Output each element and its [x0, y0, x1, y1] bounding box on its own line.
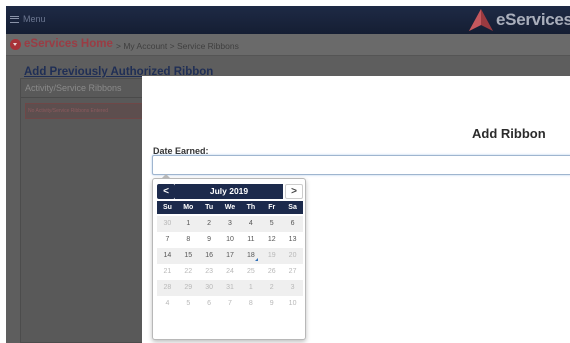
eservices-logo-icon	[469, 9, 493, 31]
calendar-day[interactable]: 29	[177, 280, 199, 296]
calendar-day[interactable]: 3	[219, 216, 241, 232]
datepicker-header: < July 2019 >	[157, 184, 303, 199]
next-month-button[interactable]: >	[285, 184, 303, 199]
calendar-day[interactable]: 3	[282, 280, 303, 296]
weekday-fr: Fr	[268, 204, 276, 211]
date-earned-input[interactable]	[152, 155, 570, 175]
home-icon[interactable]	[10, 39, 21, 50]
calendar-day[interactable]: 28	[157, 280, 178, 296]
calendar-day[interactable]: 12	[261, 232, 282, 248]
calendar-day[interactable]: 31	[219, 280, 241, 296]
calendar-day[interactable]: 17	[219, 248, 241, 264]
calendar-day[interactable]: 7	[220, 296, 241, 312]
calendar-day[interactable]: 5	[178, 296, 199, 312]
calendar-day[interactable]: 20	[282, 248, 303, 264]
ribbons-panel: Activity/Service Ribbons No Activity/Ser…	[20, 78, 148, 343]
menu-label: Menu	[23, 14, 46, 24]
weekday-th: Th	[246, 204, 256, 211]
empty-ribbons-message: No Activity/Service Ribbons Entered	[25, 103, 143, 119]
panel-divider	[21, 97, 147, 98]
menu-button[interactable]: Menu	[10, 14, 46, 24]
calendar-day[interactable]: 2	[198, 216, 220, 232]
weekday-we: We	[224, 204, 236, 211]
calendar-day[interactable]: 24	[220, 264, 241, 280]
calendar-day[interactable]: 8	[178, 232, 199, 248]
calendar-day[interactable]: 9	[199, 232, 220, 248]
breadcrumb-home-link[interactable]: eServices Home	[24, 38, 113, 50]
calendar-day[interactable]: 13	[282, 232, 303, 248]
modal-title: Add Ribbon	[472, 126, 546, 141]
calendar-day[interactable]: 7	[157, 232, 178, 248]
calendar-day[interactable]: 23	[199, 264, 220, 280]
breadcrumb-path: > My Account > Service Ribbons	[116, 41, 239, 51]
calendar-day[interactable]: 8	[240, 296, 261, 312]
calendar-day[interactable]: 25	[240, 264, 261, 280]
calendar-day[interactable]: 16	[198, 248, 220, 264]
calendar-day[interactable]: 27	[282, 264, 303, 280]
calendar-day-today[interactable]: 18	[240, 248, 262, 264]
top-navbar: Menu eServices	[6, 6, 570, 34]
calendar-day[interactable]: 19	[261, 248, 283, 264]
ribbons-panel-title: Activity/Service Ribbons	[25, 83, 122, 93]
calendar-day[interactable]: 5	[261, 216, 283, 232]
breadcrumb: eServices Home > My Account > Service Ri…	[6, 34, 570, 56]
calendar-day[interactable]: 26	[261, 264, 282, 280]
app-frame: Menu eServices eServices Home > My Accou…	[6, 6, 570, 343]
month-label[interactable]: July 2019	[175, 184, 283, 199]
calendar-day[interactable]: 10	[282, 296, 303, 312]
calendar-day[interactable]: 10	[220, 232, 241, 248]
calendar-grid: 30 1 2 3 4 5 6 7 8 9 10 11 12 13 14 15 16 17 18 19 20 21 22 23 2…	[157, 216, 303, 312]
weekday-sa: Sa	[288, 204, 297, 211]
calendar-day[interactable]: 1	[177, 216, 199, 232]
weekday-header: Su Mo Tu We Th Fr Sa	[157, 201, 303, 214]
weekday-tu: Tu	[205, 204, 214, 211]
prev-month-button[interactable]: <	[157, 184, 175, 199]
brand-name: eServices	[496, 10, 570, 29]
calendar-day[interactable]: 21	[157, 264, 178, 280]
calendar-day[interactable]: 15	[177, 248, 199, 264]
calendar-day[interactable]: 11	[240, 232, 261, 248]
calendar-day[interactable]: 30	[198, 280, 220, 296]
calendar-day[interactable]: 6	[199, 296, 220, 312]
calendar-day[interactable]: 9	[261, 296, 282, 312]
calendar-day[interactable]: 4	[157, 296, 178, 312]
calendar-day[interactable]: 4	[240, 216, 262, 232]
hamburger-icon	[10, 15, 19, 23]
calendar-day[interactable]: 1	[240, 280, 262, 296]
calendar-day[interactable]: 22	[178, 264, 199, 280]
calendar-day[interactable]: 14	[157, 248, 178, 264]
calendar-day[interactable]: 30	[157, 216, 178, 232]
weekday-mo: Mo	[183, 204, 194, 211]
datepicker-caret	[161, 174, 171, 179]
calendar-day[interactable]: 2	[261, 280, 283, 296]
weekday-su: Su	[162, 204, 172, 211]
calendar-day[interactable]: 6	[282, 216, 303, 232]
datepicker: < July 2019 > Su Mo Tu We Th Fr Sa 30 1 2 3 4 5 6 7 8 9…	[152, 174, 306, 340]
